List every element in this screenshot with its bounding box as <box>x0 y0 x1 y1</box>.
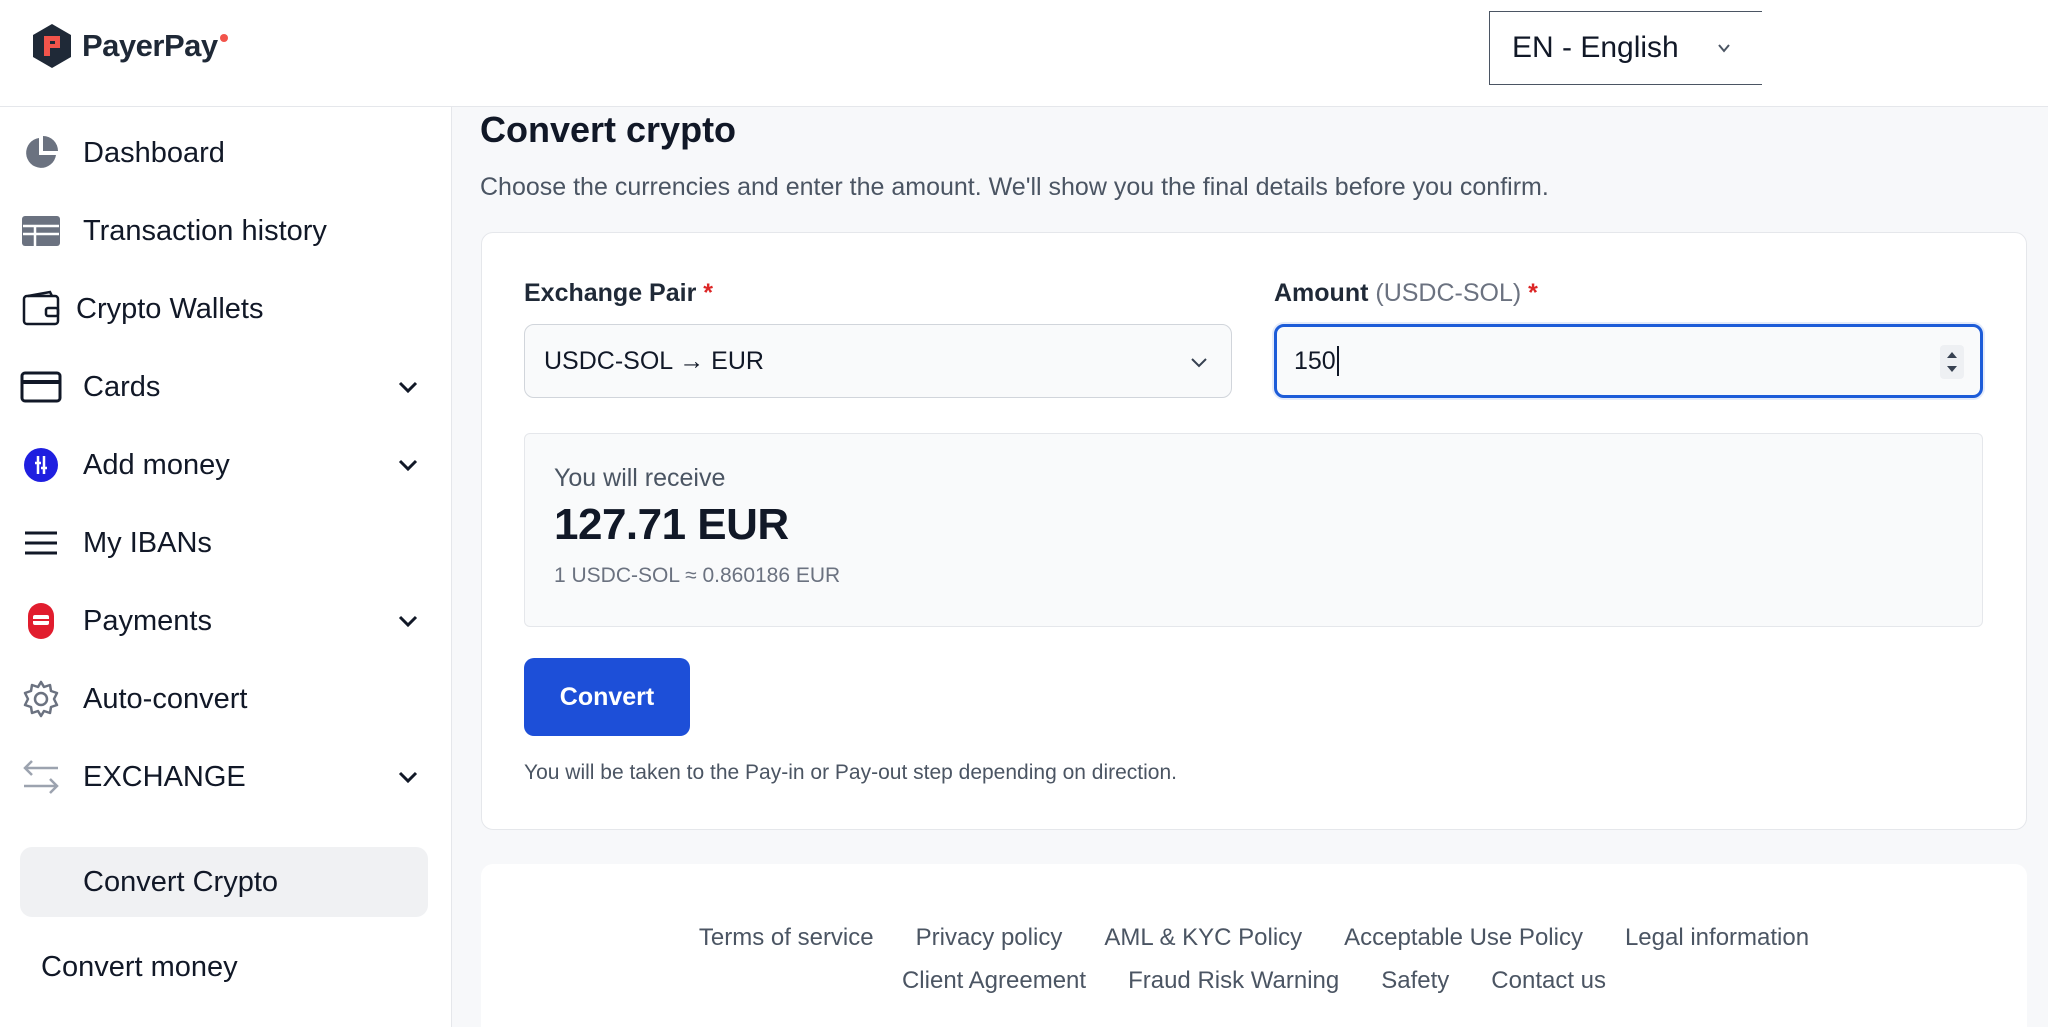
footer-link-safety[interactable]: Safety <box>1381 967 1449 995</box>
sidebar-subitem-convert-crypto[interactable]: Convert Crypto <box>20 847 428 917</box>
chevron-down-icon <box>398 459 418 472</box>
amount-input[interactable]: 150 <box>1274 324 1983 398</box>
footer-links-row-2: Client Agreement Fraud Risk Warning Safe… <box>481 967 2027 995</box>
exchange-rate: 1 USDC-SOL ≈ 0.860186 EUR <box>554 564 841 587</box>
footer-link-contact[interactable]: Contact us <box>1491 967 1606 995</box>
sidebar-item-crypto-wallets[interactable]: Crypto Wallets <box>0 277 452 341</box>
sidebar-item-add-money[interactable]: Add money <box>0 433 452 497</box>
footer-link-fraud-risk[interactable]: Fraud Risk Warning <box>1128 967 1339 995</box>
sidebar-item-transaction-history[interactable]: Transaction history <box>0 199 452 263</box>
amount-label: Amount (USDC-SOL) * <box>1274 279 1538 307</box>
exchange-arrows-icon <box>20 756 62 798</box>
stepper-arrows-icon <box>1947 352 1957 372</box>
footer-link-terms[interactable]: Terms of service <box>699 924 874 952</box>
sidebar-item-label: Payments <box>83 604 212 637</box>
amount-stepper[interactable] <box>1940 345 1964 379</box>
payerpay-logo-icon <box>33 24 71 68</box>
sidebar-item-exchange[interactable]: EXCHANGE <box>0 745 452 809</box>
exchange-pair-label: Exchange Pair * <box>524 279 713 307</box>
sidebar-subitem-label: Convert Crypto <box>83 865 279 898</box>
sidebar-item-label: Crypto Wallets <box>76 292 264 325</box>
footer-link-legal[interactable]: Legal information <box>1625 924 1809 952</box>
footer-link-aml-kyc[interactable]: AML & KYC Policy <box>1104 924 1302 952</box>
sidebar-item-label: Add money <box>83 448 230 481</box>
sidebar: Dashboard Transaction history Crypto Wal… <box>0 107 452 1027</box>
brand-logo[interactable]: PayerPay <box>30 22 228 70</box>
add-money-icon <box>20 444 62 486</box>
footer-link-client-agreement[interactable]: Client Agreement <box>902 967 1086 995</box>
chevron-down-icon <box>398 381 418 394</box>
language-select[interactable]: EN - English <box>1489 11 1762 85</box>
sidebar-item-label: Auto-convert <box>83 682 248 715</box>
chevron-down-icon <box>1718 44 1730 53</box>
wallet-icon <box>20 288 62 330</box>
sidebar-subitem-convert-money[interactable]: Convert money <box>20 932 428 1002</box>
sidebar-subitem-label: Convert money <box>41 950 238 983</box>
chevron-down-icon <box>398 615 418 628</box>
amount-input-value: 150 <box>1294 346 1336 375</box>
main-content: Convert crypto Choose the currencies and… <box>453 107 2048 1027</box>
table-icon <box>20 210 62 252</box>
page-title: Convert crypto <box>480 109 737 150</box>
sidebar-item-dashboard[interactable]: Dashboard <box>0 121 452 185</box>
convert-hint: You will be taken to the Pay-in or Pay-o… <box>524 761 1177 784</box>
brand-accent-dot <box>220 34 228 42</box>
footer-link-privacy[interactable]: Privacy policy <box>916 924 1063 952</box>
page-subtitle: Choose the currencies and enter the amou… <box>480 173 1549 201</box>
convert-form-card: Exchange Pair * USDC-SOL → EUR Amount (U… <box>481 232 2027 830</box>
sidebar-item-label: Cards <box>83 370 161 403</box>
sidebar-item-label: My IBANs <box>83 526 212 559</box>
brand-name: PayerPay <box>82 28 218 63</box>
language-select-value: EN - English <box>1512 31 1679 64</box>
sidebar-item-payments[interactable]: Payments <box>0 589 452 653</box>
pie-chart-icon <box>20 132 62 174</box>
receive-label: You will receive <box>554 464 726 492</box>
chevron-down-icon <box>1191 358 1207 368</box>
text-caret <box>1336 346 1339 376</box>
menu-lines-icon <box>20 522 62 564</box>
sidebar-item-auto-convert[interactable]: Auto-convert <box>0 667 452 731</box>
receive-summary: You will receive 127.71 EUR 1 USDC-SOL ≈… <box>524 433 1983 627</box>
exchange-pair-select[interactable]: USDC-SOL → EUR <box>524 324 1232 398</box>
footer: Terms of service Privacy policy AML & KY… <box>481 864 2027 1027</box>
top-bar: PayerPay EN - English <box>0 0 2048 107</box>
gear-icon <box>20 678 62 720</box>
chevron-down-icon <box>398 771 418 784</box>
sidebar-item-label: EXCHANGE <box>83 760 246 793</box>
sidebar-item-my-ibans[interactable]: My IBANs <box>0 511 452 575</box>
sidebar-item-label: Transaction history <box>83 214 327 247</box>
receive-amount: 127.71 EUR <box>554 500 789 549</box>
payments-icon <box>20 600 62 642</box>
footer-links-row-1: Terms of service Privacy policy AML & KY… <box>481 924 2027 952</box>
credit-card-icon <box>20 366 62 408</box>
sidebar-item-cards[interactable]: Cards <box>0 355 452 419</box>
exchange-pair-value: USDC-SOL → EUR <box>544 346 764 375</box>
convert-button[interactable]: Convert <box>524 658 690 736</box>
footer-link-acceptable-use[interactable]: Acceptable Use Policy <box>1344 924 1583 952</box>
sidebar-item-label: Dashboard <box>83 136 225 169</box>
